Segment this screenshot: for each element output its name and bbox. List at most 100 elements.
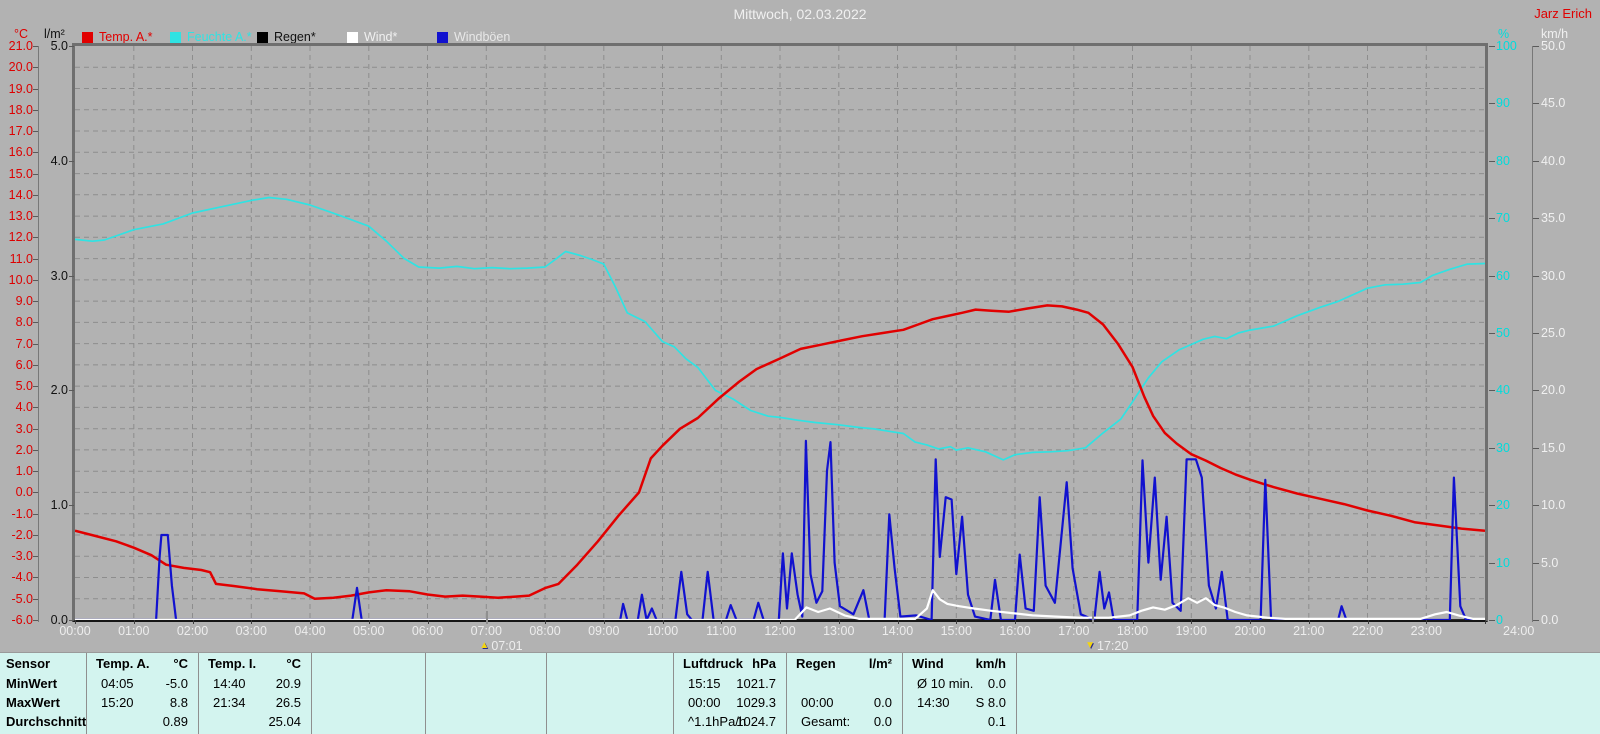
table-column-empty-2	[311, 653, 425, 734]
time-tick	[310, 620, 311, 624]
sunrise-marker-line	[486, 611, 488, 624]
table-column-luftdruck: LuftdruckhPa15:151021.700:001029.3^1.1hP…	[673, 653, 786, 734]
column-unit: °C	[286, 656, 301, 671]
value-time: 14:30	[917, 695, 950, 710]
value-number: 0.0	[874, 695, 892, 710]
axis-tick	[33, 195, 38, 196]
time-tick-label: 11:00	[706, 624, 736, 638]
temp-axis-tick-label: -5.0	[2, 592, 33, 606]
table-column-temp-i: Temp. I.°C14:4020.921:3426.525.04	[198, 653, 311, 734]
legend-label: Windböen	[454, 30, 510, 44]
legend-item-windb-en: Windböen	[437, 30, 510, 44]
time-tick-label: 03:00	[236, 624, 267, 638]
temp-axis-tick-label: -1.0	[2, 507, 33, 521]
value-number: S 8.0	[976, 695, 1006, 710]
time-tick-label: 09:00	[588, 624, 619, 638]
value-time: 15:20	[101, 695, 134, 710]
wind-speed-axis-tick-label: 45.0	[1541, 96, 1575, 110]
time-tick	[604, 620, 605, 624]
table-row-label-durchschnitt: Durchschnitt	[6, 714, 86, 729]
column-unit: l/m²	[869, 656, 892, 671]
axis-tick	[1489, 161, 1495, 162]
temp-axis-tick-label: 0.0	[2, 485, 33, 499]
station-name: Jarz Erich	[1534, 6, 1592, 21]
time-tick	[721, 620, 722, 624]
legend-label: Regen*	[274, 30, 316, 44]
humidity-axis-tick-label: 100	[1496, 39, 1522, 53]
time-tick-label: 19:00	[1176, 624, 1207, 638]
axis-tick	[1533, 276, 1539, 277]
time-tick	[956, 620, 957, 624]
legend-swatch-wind	[347, 32, 358, 43]
value-number: 25.04	[268, 714, 301, 729]
humidity-axis-tick-label: 70	[1496, 211, 1522, 225]
time-tick	[780, 620, 781, 624]
value-number: 8.8	[170, 695, 188, 710]
humidity-axis-tick-label: 10	[1496, 556, 1522, 570]
time-tick	[1250, 620, 1251, 624]
legend-label: Temp. A.*	[99, 30, 153, 44]
axis-tick	[33, 301, 38, 302]
temp-axis-line	[38, 46, 39, 622]
humidity-axis-tick-label: 50	[1496, 326, 1522, 340]
time-tick-label: 13:00	[823, 624, 854, 638]
axis-tick	[1489, 390, 1495, 391]
axis-tick	[33, 237, 38, 238]
time-tick	[134, 620, 135, 624]
temp-axis-tick-label: 9.0	[2, 294, 33, 308]
legend-item-regen: Regen*	[257, 30, 316, 44]
time-tick-label: 16:00	[999, 624, 1030, 638]
time-tick	[251, 620, 252, 624]
temp-axis-tick-label: 19.0	[2, 82, 33, 96]
time-tick-label: 17:00	[1058, 624, 1089, 638]
time-tick	[898, 620, 899, 624]
table-column-empty-8	[1016, 653, 1600, 734]
rain-axis-tick-label: 2.0	[38, 383, 68, 397]
axis-tick	[69, 161, 74, 162]
table-column-temp-a: Temp. A.°C04:05-5.015:208.80.89	[86, 653, 198, 734]
time-tick	[428, 620, 429, 624]
plot-area	[72, 43, 1488, 622]
temp-axis-tick-label: 8.0	[2, 315, 33, 329]
value-number: 1029.3	[736, 695, 776, 710]
wind-speed-axis-tick-label: 0.0	[1541, 613, 1575, 627]
time-tick-label: 12:00	[764, 624, 795, 638]
value-number: 0.89	[163, 714, 188, 729]
column-header: Temp. A.	[96, 656, 149, 671]
time-tick-label: 23:00	[1411, 624, 1442, 638]
axis-tick	[1533, 390, 1539, 391]
value-number: 0.1	[988, 714, 1006, 729]
legend-item-feuchte-a: Feuchte A.*	[170, 30, 252, 44]
axis-tick	[33, 471, 38, 472]
wind-speed-axis-tick-label: 40.0	[1541, 154, 1575, 168]
column-header: Regen	[796, 656, 836, 671]
stats-table: SensorMinWertMaxWertDurchschnittTemp. A.…	[0, 652, 1600, 734]
table-column-wind: Windkm/hØ 10 min.0.014:30S 8.00.1	[902, 653, 1016, 734]
column-header: Wind	[912, 656, 944, 671]
axis-tick	[69, 390, 74, 391]
humidity-axis-tick-label: 60	[1496, 269, 1522, 283]
humidity-axis-tick-label: 90	[1496, 96, 1522, 110]
table-row-label-sensor: Sensor	[6, 656, 50, 671]
table-row-label-maxwert: MaxWert	[6, 695, 60, 710]
wind-speed-axis-tick-label: 30.0	[1541, 269, 1575, 283]
value-number: 0.0	[988, 676, 1006, 691]
value-time: 14:40	[213, 676, 246, 691]
temp-axis-tick-label: 16.0	[2, 145, 33, 159]
axis-tick	[69, 46, 74, 47]
sunset-marker: ▼17:20	[1085, 639, 1128, 653]
wind-speed-axis-tick-label: 35.0	[1541, 211, 1575, 225]
time-tick-label: 20:00	[1234, 624, 1265, 638]
axis-tick	[33, 492, 38, 493]
time-tick	[545, 620, 546, 624]
axis-tick	[33, 429, 38, 430]
sunrise-marker: ▲07:01	[479, 639, 522, 653]
wind-speed-axis-tick-label: 5.0	[1541, 556, 1575, 570]
axis-tick	[33, 514, 38, 515]
time-tick-label: 06:00	[412, 624, 443, 638]
column-unit: hPa	[752, 656, 776, 671]
axis-tick	[1533, 218, 1539, 219]
temp-axis-tick-label: -4.0	[2, 570, 33, 584]
time-tick-label: 18:00	[1117, 624, 1148, 638]
time-tick	[75, 620, 76, 624]
